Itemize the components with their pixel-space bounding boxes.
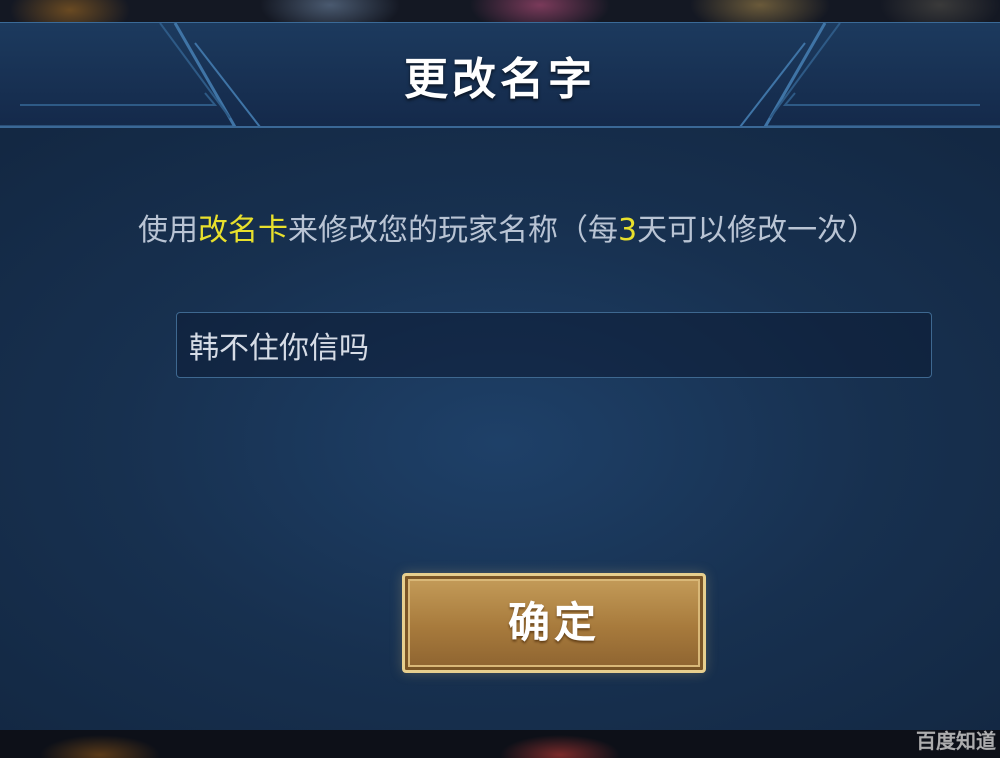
watermark-logo: 百度知道 [916,729,996,753]
rename-card-name: 改名卡 [198,213,288,248]
desc-middle: 来修改您的玩家名称（每 [288,213,618,248]
cooldown-days: 3 [618,213,638,248]
rename-description: 使用改名卡来修改您的玩家名称（每3天可以修改一次） [138,205,877,249]
background-game-art-bottom [0,730,1000,758]
desc-suffix: 天可以修改一次） [637,213,878,248]
confirm-button[interactable]: 确定 [402,573,706,673]
dialog-title: 更改名字 [404,54,596,105]
dialog-header: 更改名字 [0,23,1000,128]
game-screen: 更改名字 使用改名卡来修改您的玩家名称（每3天可以修改一次） 确定 百度知道 [0,0,1000,758]
rename-dialog: 更改名字 使用改名卡来修改您的玩家名称（每3天可以修改一次） 确定 [0,22,1000,737]
player-name-input[interactable] [176,312,932,378]
desc-prefix: 使用 [138,213,198,248]
